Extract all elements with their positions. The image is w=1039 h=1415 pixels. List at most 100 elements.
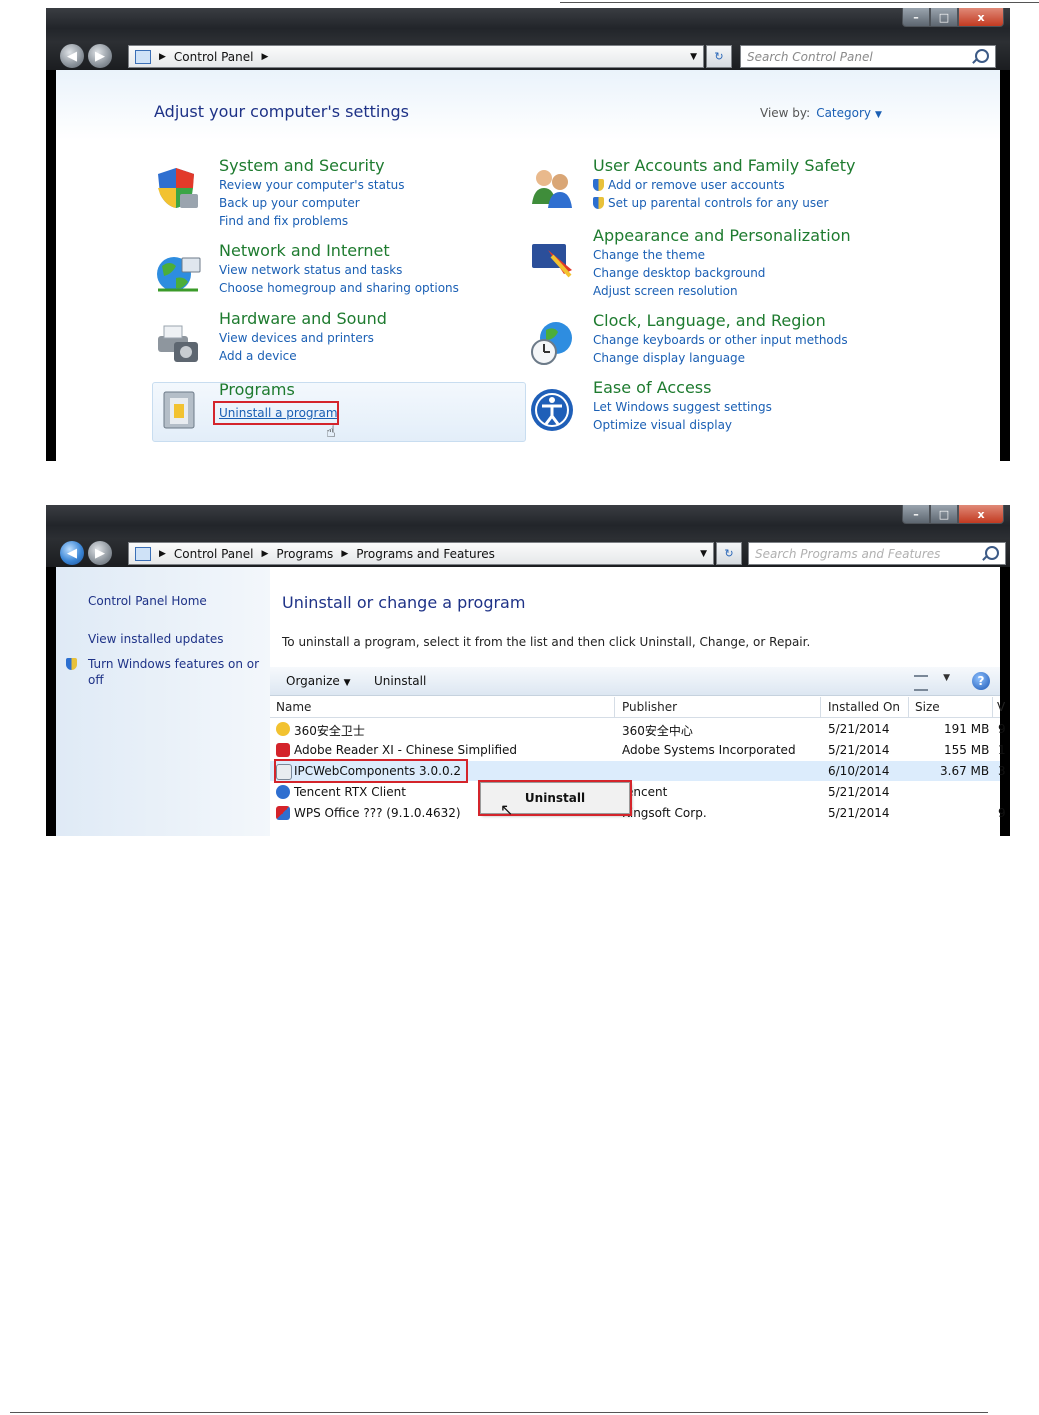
control-panel-icon <box>135 49 151 64</box>
forward-button[interactable]: ▶ <box>88 541 112 565</box>
hardware-sound-link[interactable]: Hardware and Sound <box>219 309 387 329</box>
sidebar: Control Panel Home View installed update… <box>56 567 270 836</box>
breadcrumb-control-panel[interactable]: Control Panel <box>174 50 254 64</box>
column-size[interactable]: Size <box>915 700 940 714</box>
add-remove-users-link[interactable]: Add or remove user accounts <box>593 176 856 194</box>
programs-features-window: – □ x ◀ ▶ ▶ Control Panel ▶ Programs ▶ P… <box>46 505 1010 836</box>
control-panel-home-link[interactable]: Control Panel Home <box>88 593 207 609</box>
address-bar[interactable]: ▶ Control Panel ▶ Programs ▶ Programs an… <box>128 542 714 565</box>
refresh-button[interactable]: ↻ <box>716 542 742 565</box>
table-header: Name Publisher Installed On Size V <box>270 697 1005 718</box>
refresh-button[interactable]: ↻ <box>706 45 732 68</box>
chevron-down-icon[interactable]: ▼ <box>690 52 697 62</box>
search-icon[interactable] <box>975 49 989 63</box>
shield-icon <box>593 179 604 191</box>
highlight-box <box>274 759 468 783</box>
clock-language-link[interactable]: Clock, Language, and Region <box>593 311 848 331</box>
ease-of-access-link[interactable]: Ease of Access <box>593 378 772 398</box>
minimize-button[interactable]: – <box>902 8 930 27</box>
category-hardware-sound: Hardware and Sound View devices and prin… <box>219 309 387 365</box>
back-button[interactable]: ◀ <box>60 541 84 565</box>
category-network-internet: Network and Internet View network status… <box>219 241 459 297</box>
appearance-icon <box>532 244 572 278</box>
fix-problems-link[interactable]: Find and fix problems <box>219 212 405 230</box>
programs-link[interactable]: Programs <box>219 380 338 400</box>
category-appearance: Appearance and Personalization Change th… <box>593 226 851 300</box>
search-input[interactable]: Search Control Panel <box>740 45 996 68</box>
page-rule <box>10 1412 988 1413</box>
hardware-printer-icon <box>158 325 198 362</box>
breadcrumb-programs[interactable]: Programs <box>276 547 333 561</box>
title-bar: – □ x <box>46 505 1010 539</box>
page-title: Adjust your computer's settings <box>154 102 409 121</box>
adobe-reader-icon <box>276 743 290 757</box>
backup-link[interactable]: Back up your computer <box>219 194 405 212</box>
review-status-link[interactable]: Review your computer's status <box>219 176 405 194</box>
address-row: ◀ ▶ ▶ Control Panel ▶ Programs ▶ Program… <box>46 539 1010 567</box>
uninstall-toolbar-button[interactable]: Uninstall <box>374 674 426 688</box>
security-shield-icon <box>158 168 198 208</box>
chevron-down-icon[interactable]: ▼ <box>700 549 707 559</box>
title-bar: – □ x <box>46 8 1010 42</box>
windows-features-link[interactable]: Turn Windows features on or off <box>88 656 268 688</box>
maximize-button[interactable]: □ <box>930 505 958 524</box>
view-by-dropdown[interactable]: Category <box>816 106 871 120</box>
toolbar: Organize ▼ Uninstall ▼ ? <box>270 667 1000 696</box>
highlight-box <box>213 401 339 425</box>
network-status-link[interactable]: View network status and tasks <box>219 261 459 279</box>
desktop-background-link[interactable]: Change desktop background <box>593 264 851 282</box>
parental-controls-link[interactable]: Set up parental controls for any user <box>593 194 856 212</box>
add-device-link[interactable]: Add a device <box>219 347 387 365</box>
minimize-button[interactable]: – <box>902 505 930 524</box>
chevron-down-icon[interactable]: ▼ <box>943 673 950 683</box>
devices-printers-link[interactable]: View devices and printers <box>219 329 387 347</box>
column-publisher[interactable]: Publisher <box>622 700 677 714</box>
search-input[interactable]: Search Programs and Features <box>748 542 1006 565</box>
system-security-link[interactable]: System and Security <box>219 156 405 176</box>
chevron-down-icon[interactable]: ▼ <box>875 110 882 120</box>
network-globe-icon <box>157 257 201 292</box>
help-icon[interactable]: ? <box>972 672 990 690</box>
hand-cursor-icon: ☝ <box>326 422 336 441</box>
clock-globe-icon <box>531 322 572 365</box>
column-installed-on[interactable]: Installed On <box>828 700 900 714</box>
shield-icon <box>593 197 604 209</box>
table-row[interactable]: WPS Office ??? (9.1.0.4632) Kingsoft Cor… <box>270 803 1006 823</box>
user-accounts-icon <box>532 170 572 208</box>
user-accounts-link[interactable]: User Accounts and Family Safety <box>593 156 856 176</box>
screen-resolution-link[interactable]: Adjust screen resolution <box>593 282 851 300</box>
views-icon[interactable] <box>914 675 928 691</box>
display-language-link[interactable]: Change display language <box>593 349 848 367</box>
table-row[interactable]: 360安全卫士 360安全中心 5/21/2014 191 MB 9 <box>270 719 1006 739</box>
optimize-display-link[interactable]: Optimize visual display <box>593 416 772 434</box>
view-installed-updates-link[interactable]: View installed updates <box>88 631 224 647</box>
close-button[interactable]: x <box>958 8 1004 27</box>
tencent-rtx-icon <box>276 785 290 799</box>
main-pane: Uninstall or change a program To uninsta… <box>270 567 1006 836</box>
breadcrumb-control-panel[interactable]: Control Panel <box>174 547 254 561</box>
change-theme-link[interactable]: Change the theme <box>593 246 851 264</box>
organize-button[interactable]: Organize ▼ <box>286 674 351 688</box>
close-button[interactable]: x <box>958 505 1004 524</box>
homegroup-link[interactable]: Choose homegroup and sharing options <box>219 279 459 297</box>
forward-button[interactable]: ▶ <box>88 44 112 68</box>
control-panel-icon <box>135 546 151 561</box>
ease-of-access-icon <box>531 389 573 431</box>
breadcrumb-programs-features[interactable]: Programs and Features <box>356 547 495 561</box>
keyboards-link[interactable]: Change keyboards or other input methods <box>593 331 848 349</box>
address-bar[interactable]: ▶ Control Panel ▶ ▼ <box>128 45 704 68</box>
page-rule <box>560 2 1039 3</box>
network-internet-link[interactable]: Network and Internet <box>219 241 459 261</box>
page-description: To uninstall a program, select it from t… <box>282 635 811 649</box>
programs-icon <box>163 391 195 429</box>
control-panel-window: – □ x ◀ ▶ ▶ Control Panel ▶ ▼ ↻ Search C… <box>46 8 1010 461</box>
view-by: View by: Category ▼ <box>760 106 882 120</box>
appearance-link[interactable]: Appearance and Personalization <box>593 226 851 246</box>
column-name[interactable]: Name <box>276 700 311 714</box>
search-icon[interactable] <box>985 546 999 560</box>
maximize-button[interactable]: □ <box>930 8 958 27</box>
back-button[interactable]: ◀ <box>60 44 84 68</box>
suggest-settings-link[interactable]: Let Windows suggest settings <box>593 398 772 416</box>
table-row[interactable]: Adobe Reader XI - Chinese Simplified Ado… <box>270 740 1006 760</box>
table-row[interactable]: Tencent RTX Client encent 5/21/2014 <box>270 782 1000 802</box>
